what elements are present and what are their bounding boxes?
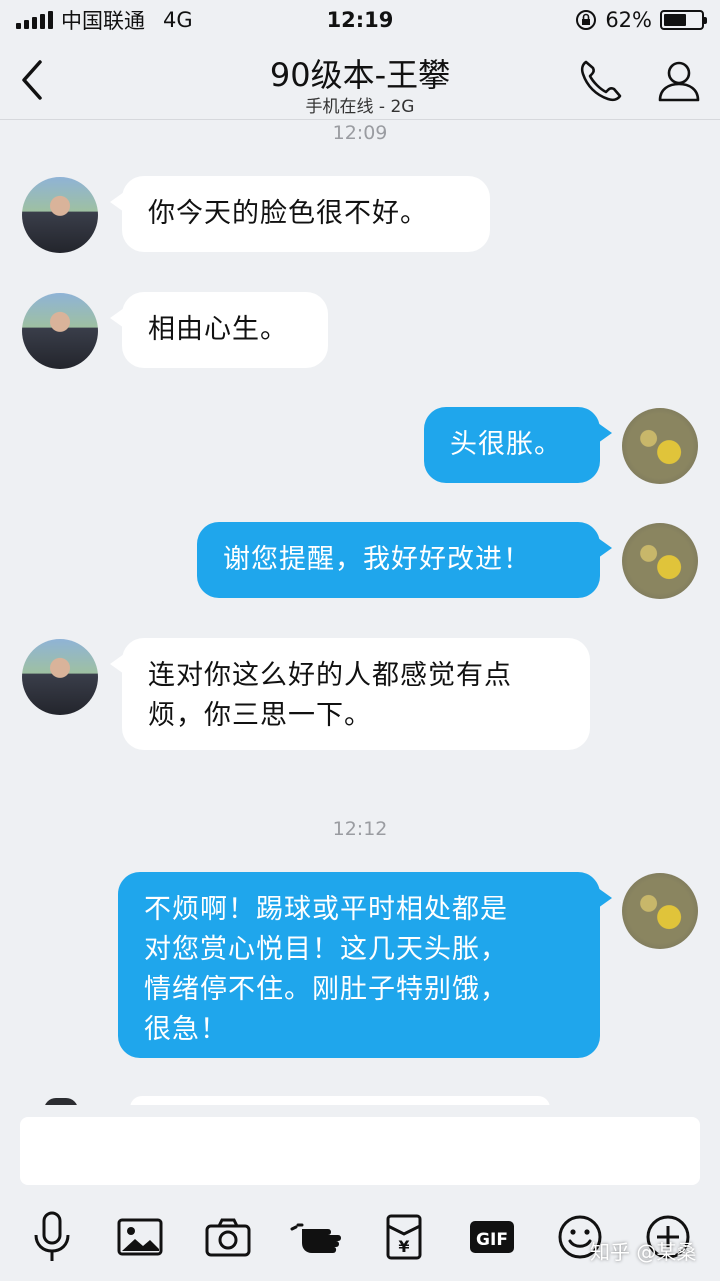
message-bubble-friend[interactable]: 你今天的脸色很不好。 [110, 176, 490, 252]
gif-icon: GIF [470, 1221, 514, 1253]
profile-icon[interactable] [654, 56, 704, 106]
message-bubble-self[interactable]: 谢您提醒，我好好改进！ [197, 522, 612, 598]
status-left: 中国联通 4G [16, 5, 193, 35]
watermark: 知乎 @某桑 [590, 1240, 697, 1264]
voice-button[interactable] [24, 1209, 80, 1265]
rotation-lock-icon [576, 10, 597, 30]
chat-header: 90级本-王攀 手机在线 - 2G [0, 40, 720, 120]
battery-icon [660, 10, 707, 30]
phone-icon[interactable] [576, 56, 626, 106]
red-packet-symbol: ¥ [398, 1237, 409, 1256]
battery-level [664, 14, 687, 26]
camera-button[interactable] [200, 1209, 256, 1265]
message-bubble-self[interactable]: 不烦啊！踢球或平时相处都是 对您赏心悦目！这几天头胀， 情绪停不住。刚肚子特别饿… [118, 872, 612, 1058]
message-text-line: 对您赏心悦目！这几天头胀， [144, 934, 508, 965]
photo-button[interactable] [112, 1209, 168, 1265]
message-text-line: 连对你这么好的人都感觉有点 [148, 660, 512, 691]
red-packet-icon: ¥ [386, 1214, 422, 1260]
message-bubble-friend[interactable]: 连对你这么好的人都感觉有点 烦，你三思一下。 [110, 638, 590, 750]
self-avatar[interactable] [622, 523, 698, 599]
timestamp: 12:12 [332, 818, 388, 840]
timestamp: 12:09 [332, 122, 388, 144]
message-text-line: 很急！ [144, 1014, 228, 1045]
message-input[interactable] [20, 1117, 700, 1185]
message-text: 相由心生。 [148, 314, 288, 345]
message-bubble-self[interactable]: 头很胀。 [424, 407, 612, 483]
message-text: 谢您提醒，我好好改进！ [223, 544, 531, 575]
poke-hand-icon [290, 1223, 341, 1253]
gif-button[interactable]: GIF [464, 1209, 520, 1265]
message-text-line: 烦，你三思一下。 [148, 700, 372, 731]
friend-avatar[interactable] [22, 293, 98, 369]
camera-icon [205, 1218, 251, 1257]
signal-icon [16, 11, 53, 29]
message-bubble-friend[interactable]: 相由心生。 [110, 292, 328, 368]
microphone-icon [34, 1211, 70, 1261]
self-avatar[interactable] [622, 873, 698, 949]
gif-label: GIF [476, 1230, 508, 1250]
friend-avatar[interactable] [22, 177, 98, 253]
message-text: 你今天的脸色很不好。 [148, 198, 428, 229]
poke-button[interactable] [288, 1209, 344, 1265]
image-icon [117, 1218, 163, 1256]
status-bar: 中国联通 4G 12:19 62% [0, 0, 720, 40]
status-right: 62% [575, 8, 707, 32]
network-type: 4G [163, 8, 193, 32]
red-packet-button[interactable]: ¥ [376, 1209, 432, 1265]
carrier-name: 中国联通 [61, 9, 145, 33]
message-text-line: 情绪停不住。刚肚子特别饿， [144, 974, 508, 1005]
self-avatar[interactable] [622, 408, 698, 484]
message-text: 头很胀。 [450, 429, 562, 460]
message-text-line: 不烦啊！踢球或平时相处都是 [144, 894, 508, 925]
battery-percent: 62% [605, 8, 652, 32]
friend-avatar[interactable] [22, 639, 98, 715]
